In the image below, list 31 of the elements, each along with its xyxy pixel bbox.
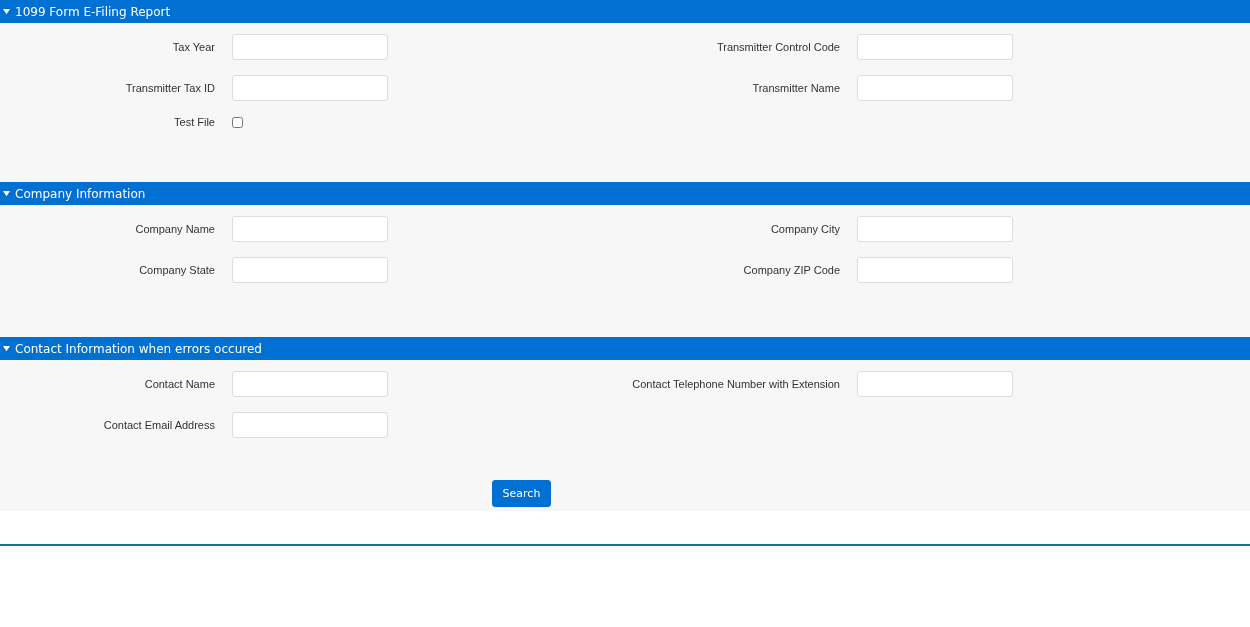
section-header[interactable]: Contact Information when errors occured: [0, 337, 1250, 360]
field-label: Company Name: [134, 223, 215, 235]
section-header[interactable]: Company Information: [0, 182, 1250, 205]
field-label: Tax Year: [171, 41, 215, 53]
section-header[interactable]: 1099 Form E-Filing Report: [0, 0, 1250, 23]
checkbox[interactable]: [232, 116, 243, 128]
field-label: Transmitter Tax ID: [124, 82, 215, 94]
text-field[interactable]: [232, 34, 388, 60]
text-field[interactable]: [232, 257, 388, 283]
text-field[interactable]: [857, 34, 1013, 60]
text-field[interactable]: [232, 371, 388, 397]
text-field[interactable]: [857, 257, 1013, 283]
field-label: Contact Email Address: [102, 419, 215, 431]
caret-down-icon: [3, 8, 10, 15]
field-label: Contact Telephone Number with Extension: [631, 378, 840, 390]
field-label: Company ZIP Code: [742, 264, 840, 276]
field-label: Company State: [138, 264, 215, 276]
caret-down-icon: [3, 345, 10, 352]
field-label: Transmitter Control Code: [715, 41, 840, 53]
field-label: Transmitter Name: [751, 82, 840, 94]
field-label: Contact Name: [143, 378, 215, 390]
caret-down-icon: [3, 190, 10, 197]
search-button[interactable]: Search: [492, 480, 551, 507]
text-field[interactable]: [857, 75, 1013, 101]
text-field[interactable]: [232, 216, 388, 242]
text-field[interactable]: [857, 216, 1013, 242]
field-label: Test File: [173, 116, 215, 128]
text-field[interactable]: [232, 412, 388, 438]
text-field[interactable]: [857, 371, 1013, 397]
text-field[interactable]: [232, 75, 388, 101]
field-label: Company City: [769, 223, 840, 235]
